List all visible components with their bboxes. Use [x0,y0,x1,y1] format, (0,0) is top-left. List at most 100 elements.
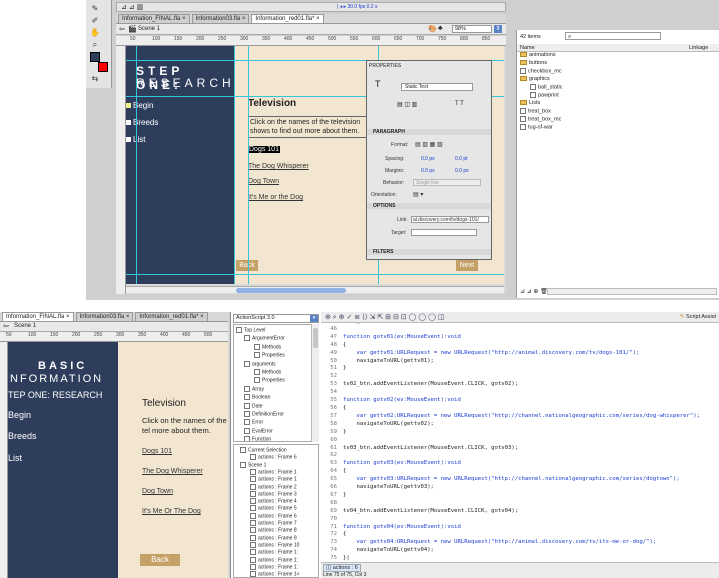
toolbox-item[interactable]: Top Level [236,327,265,333]
text-orient-icons[interactable]: T T [455,101,464,107]
back-button[interactable]: Back [236,260,258,271]
menu-breeds[interactable]: Breeds [8,431,37,441]
menu-list[interactable]: List [8,453,22,463]
col-name[interactable]: Name [520,45,535,51]
toolbox-item[interactable]: EvalError [244,427,273,434]
back-arrow-icon[interactable]: ⇦ [119,25,125,33]
stage-h-scrollbar[interactable] [126,286,504,293]
tab-information-red01[interactable]: Information_red01.fla* × [135,312,208,321]
link-dogs-101[interactable]: Dogs 101 [248,146,280,153]
navigator-item[interactable]: actions : Frame 1 [250,468,297,475]
navigator-item[interactable]: actions : Frame 6 [250,512,297,519]
zoom-dropdown-icon[interactable]: ⇕ [494,25,502,33]
library-item[interactable]: buttons [520,60,547,66]
toolbox-item[interactable]: DefinitionError [244,411,284,417]
code-editor[interactable]: 45tv01_btn.addEventListener(MouseEvent.C… [321,323,719,561]
margins-value-2[interactable]: 0.0 px [455,168,469,174]
navigator-item[interactable]: actions : Frame 6 [250,454,297,461]
navigator-item[interactable]: actions : Frame 1 [250,476,297,483]
scroll-thumb[interactable] [236,288,346,293]
hand-tool-icon[interactable]: ✋ [90,28,100,38]
toolbox-item[interactable]: Properties [254,352,285,359]
navigator-item[interactable]: actions : Frame 9 [250,534,297,541]
tab-information-final[interactable]: Information_FINAL.fla × [118,14,190,23]
stroke-color-icon[interactable] [90,52,100,62]
library-item[interactable]: tug-of-war [520,124,553,130]
toolbox-scrollbar[interactable] [311,324,319,442]
margins-value-1[interactable]: 0.0 px [421,168,435,174]
navigator-item[interactable]: actions : Frame 1: [250,563,298,570]
filters-header[interactable]: FILTERS [367,249,491,255]
behavior-select[interactable]: Single line [413,179,481,186]
toolbox-item[interactable]: Boolean [244,394,270,401]
library-search-field[interactable]: ⌕ [565,32,661,40]
link-dog-town[interactable]: Dog Town [248,178,279,185]
spacing-value-1[interactable]: 0.0 px [421,156,435,162]
library-item[interactable]: checkbox_mc [520,68,562,74]
orientation-select[interactable]: ▤ ▾ [413,191,423,198]
code-toolbar-icons[interactable]: ⊕ ⌕ ⊕ ✓ ≣ ⟨⟩ ⇲ ⇱ ⊞ ⊟ ⊡ ◯ ◯ ◯ ◫ [325,313,445,322]
swap-colors-icon[interactable]: ⇆ [90,74,100,84]
toolbox-item[interactable]: Error [244,419,263,426]
edit-symbol-icon[interactable]: ♣ [438,25,443,32]
navigator-item[interactable]: actions : Frame 1: [250,556,298,563]
toolbox-item[interactable]: Methods [254,343,281,350]
link-its-me-or-the-dog[interactable]: It's Me Or The Dog [142,508,201,515]
tab-information03[interactable]: Information03.fla × [75,312,134,321]
scene-name[interactable]: Scene 1 [138,26,160,32]
actions-tab[interactable]: ◫ actions : 6 [323,564,361,572]
paragraph-header[interactable]: PARAGRAPH [367,129,491,135]
menu-breeds[interactable]: Breeds [126,118,158,127]
toolbox-item[interactable]: ArgumentError [244,335,285,342]
toolbox-item[interactable]: Date [244,402,263,409]
align-buttons[interactable]: ▤ ▥ ▦ ▧ [415,141,443,148]
back-button[interactable]: Back [140,554,180,566]
col-linkage[interactable]: Linkage [689,45,708,51]
library-item[interactable]: pawprint [530,92,559,98]
pen-tool-icon[interactable]: ✎ [90,4,100,14]
tab-information03[interactable]: Information03.fla × [191,14,250,23]
toolbox-item[interactable]: Function [244,436,271,441]
back-arrow-icon[interactable]: ⇦ [3,322,9,330]
timeline-controls-icon[interactable]: ⊿ ⊿ ▥ [121,3,143,11]
navigator-item[interactable]: actions : Frame 7 [250,520,297,526]
library-item[interactable]: animations [520,52,556,58]
toolbox-item[interactable]: arguments [244,360,276,367]
link-its-me-or-the-dog[interactable]: It's Me or the Dog [248,194,303,201]
toolbox-item[interactable]: Properties [254,377,285,384]
navigator-item[interactable]: actions : Frame 1< [250,571,300,577]
library-footer-icons[interactable]: ⊿ ⊿ ⊕ 🗑 [520,288,548,295]
edit-scene-icon[interactable]: 🎨 [428,25,437,33]
scene-name[interactable]: Scene 1 [14,323,36,329]
navigator-item[interactable]: actions : Frame 2 [250,483,297,490]
navigator-item[interactable]: Scene 1 [240,461,266,468]
library-h-scrollbar[interactable] [547,288,717,295]
library-item[interactable]: Lists [520,100,540,106]
navigator-item[interactable]: Current Selection [240,447,287,453]
navigator-item[interactable]: actions : Frame 10 [250,541,299,548]
navigator-item[interactable]: actions : Frame 3 [250,490,297,497]
zoom-field[interactable]: 98% [452,25,492,33]
menu-begin[interactable]: Begin [126,101,153,110]
text-options-icons[interactable]: ▤ ◫ ▥ [397,101,417,108]
navigator-item[interactable]: actions : Frame 8 [250,527,297,534]
fill-color-icon[interactable] [98,62,108,72]
library-item[interactable]: treat_box_mc [520,116,561,122]
tab-information-final[interactable]: Information_FINAL.fla × [2,312,74,321]
spacing-value-2[interactable]: 0.0 pt [455,156,468,162]
tab-information-red01[interactable]: Information_red01.fla* × [251,14,324,23]
toolbox-item[interactable]: Methods [254,369,281,375]
zoom-tool-icon[interactable]: ⌕ [90,40,100,50]
options-header[interactable]: OPTIONS [367,203,491,209]
library-item[interactable]: treat_box [520,108,551,114]
toolbox-item[interactable]: Array [244,385,264,392]
brush-tool-icon[interactable]: ✐ [90,16,100,26]
text-type-select[interactable]: Static Text [401,83,473,91]
navigator-item[interactable]: actions : Frame 4 [250,498,297,504]
next-button[interactable]: Next [456,260,478,271]
link-field[interactable]: al.discovery.com/tv/dogs-101/ [411,216,489,223]
link-dog-whisperer[interactable]: The Dog Whisperer [248,163,309,170]
script-assist-button[interactable]: ✎ Script Assist [680,314,716,320]
target-select[interactable] [411,229,477,236]
library-item[interactable]: ball_static [530,84,562,90]
